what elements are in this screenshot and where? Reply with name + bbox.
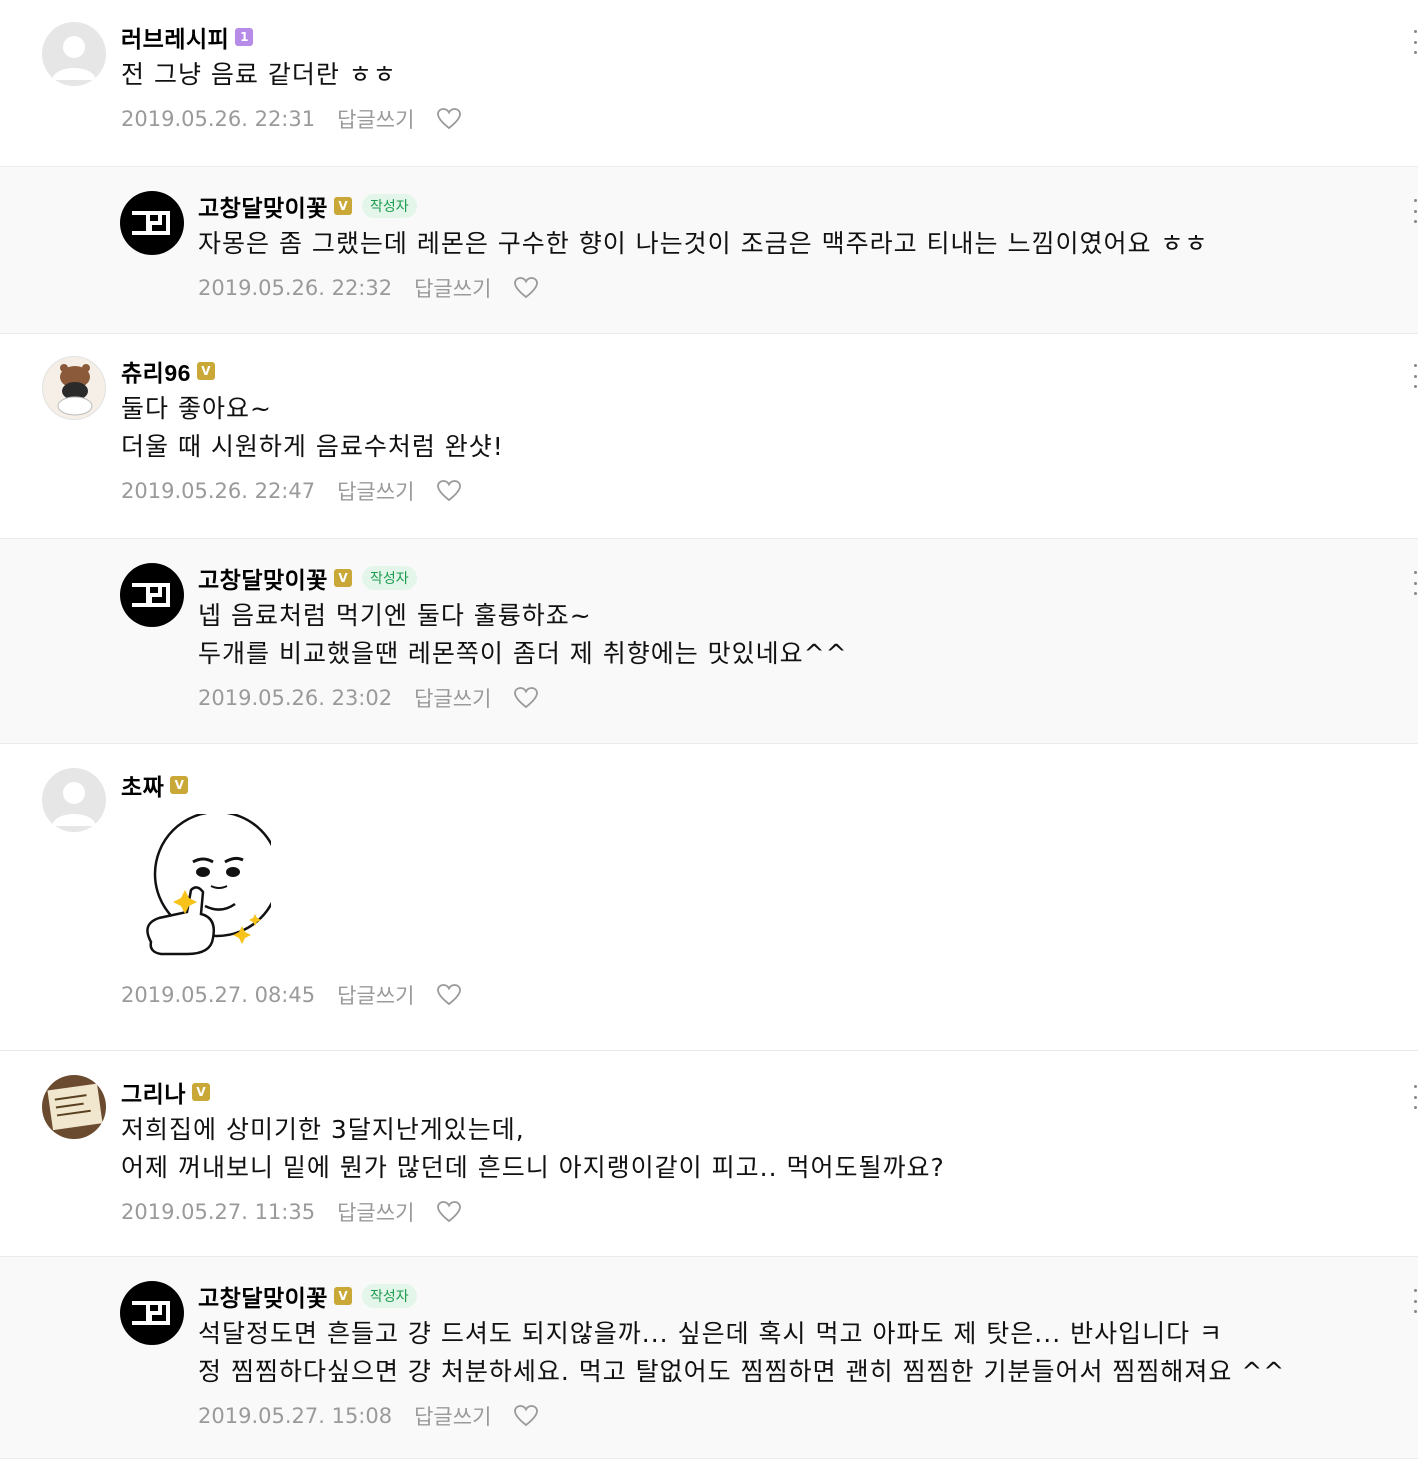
more-vertical-icon[interactable]: [1412, 364, 1418, 388]
author-logo-avatar[interactable]: [120, 191, 184, 255]
verified-badge: V: [333, 569, 352, 587]
author-logo-avatar[interactable]: [120, 1281, 184, 1345]
comment-text-line: 어제 꺼내보니 밑에 뭔가 많던데 흔드니 아지랭이같이 피고.. 먹어도될까요…: [121, 1153, 945, 1182]
reply-button[interactable]: 답글쓰기: [337, 1197, 414, 1227]
comment-date: 2019.05.26. 22:31: [121, 107, 316, 131]
reply-comment-item: 고창달맞이꽃 V 작성자 넵 음료처럼 먹기엔 둘다 훌륭하죠~ 두개를 비교했…: [0, 538, 1418, 744]
brand-logo-icon: [132, 583, 170, 607]
comment-text: 전 그냥 음료 같더란 ㅎㅎ: [121, 60, 397, 89]
nickname[interactable]: 고창달맞이꽃: [198, 561, 328, 595]
heart-outline-icon[interactable]: [513, 1404, 539, 1428]
comment-item: 초짜 V 2019.05.27. 08:45 답글쓰기: [0, 744, 1418, 1050]
handwritten-note-photo-icon: [47, 1083, 103, 1131]
comment-date: 2019.05.27. 08:45: [121, 983, 316, 1007]
comment-date: 2019.05.26. 23:02: [198, 686, 393, 710]
heart-outline-icon[interactable]: [436, 1200, 462, 1224]
bear-character-icon: [57, 364, 93, 416]
profile-placeholder-icon: [52, 36, 96, 80]
comment-item: 그리나 V 저희집에 상미기한 3달지난게있는데, 어제 꺼내보니 밑에 뭔가 …: [0, 1050, 1418, 1256]
heart-outline-icon[interactable]: [436, 107, 462, 131]
heart-outline-icon[interactable]: [436, 983, 462, 1007]
more-vertical-icon[interactable]: [1412, 1085, 1418, 1109]
thumbs-up-face-sticker: [146, 814, 271, 956]
comment-text-line: 저희집에 상미기한 3달지난게있는데,: [121, 1115, 525, 1144]
more-vertical-icon[interactable]: [1412, 30, 1418, 54]
heart-outline-icon[interactable]: [436, 479, 462, 503]
profile-placeholder-icon: [52, 782, 96, 826]
nickname[interactable]: 츄리96: [121, 354, 191, 388]
profile-avatar[interactable]: [42, 356, 106, 420]
heart-outline-icon[interactable]: [513, 276, 539, 300]
comment-date: 2019.05.27. 11:35: [121, 1200, 316, 1224]
comment-item: 러브레시피 1 전 그냥 음료 같더란 ㅎㅎ 2019.05.26. 22:31…: [0, 0, 1418, 166]
default-avatar[interactable]: [42, 768, 106, 832]
reply-button[interactable]: 답글쓰기: [337, 980, 414, 1010]
reply-button[interactable]: 답글쓰기: [414, 683, 491, 713]
reply-comment-item: 고창달맞이꽃 V 작성자 자몽은 좀 그랬는데 레몬은 구수한 향이 나는것이 …: [0, 166, 1418, 334]
comment-text-line: 석달정도면 흔들고 걍 드셔도 되지않을까... 싶은데 혹시 먹고 아파도 제…: [198, 1319, 1224, 1348]
nickname[interactable]: 러브레시피: [121, 20, 229, 54]
author-tag: 작성자: [361, 194, 417, 218]
comment-text: 자몽은 좀 그랬는데 레몬은 구수한 향이 나는것이 조금은 맥주라고 티내는 …: [198, 229, 1209, 258]
nickname[interactable]: 초짜: [121, 768, 164, 802]
comment-date: 2019.05.27. 15:08: [198, 1404, 393, 1428]
comment-date: 2019.05.26. 22:47: [121, 479, 316, 503]
level-badge: 1: [235, 28, 254, 46]
nickname[interactable]: 고창달맞이꽃: [198, 1279, 328, 1313]
reply-button[interactable]: 답글쓰기: [337, 104, 414, 134]
reply-button[interactable]: 답글쓰기: [414, 1401, 491, 1431]
author-tag: 작성자: [361, 1284, 417, 1308]
profile-avatar[interactable]: [42, 1075, 106, 1139]
verified-badge: V: [333, 1287, 352, 1305]
more-vertical-icon[interactable]: [1412, 1289, 1418, 1313]
comment-text-line: 둘다 좋아요~: [121, 394, 272, 423]
comment-text-line: 더울 때 시원하게 음료수처럼 완샷!: [121, 432, 504, 461]
default-avatar[interactable]: [42, 22, 106, 86]
author-tag: 작성자: [361, 566, 417, 590]
reply-comment-item: 고창달맞이꽃 V 작성자 석달정도면 흔들고 걍 드셔도 되지않을까... 싶은…: [0, 1256, 1418, 1459]
more-vertical-icon[interactable]: [1412, 199, 1418, 223]
author-logo-avatar[interactable]: [120, 563, 184, 627]
comment-item: 츄리96 V 둘다 좋아요~ 더울 때 시원하게 음료수처럼 완샷! 2019.…: [0, 334, 1418, 538]
nickname[interactable]: 그리나: [121, 1075, 186, 1109]
more-vertical-icon[interactable]: [1412, 571, 1418, 595]
comment-text-line: 정 찜찜하다싶으면 걍 처분하세요. 먹고 탈없어도 찜찜하면 괜히 찜찜한 기…: [198, 1357, 1286, 1386]
brand-logo-icon: [132, 1301, 170, 1325]
verified-badge: V: [333, 197, 352, 215]
comment-text-line: 두개를 비교했을땐 레몬쪽이 좀더 제 취향에는 맛있네요^^: [198, 639, 848, 668]
verified-badge: V: [170, 776, 189, 794]
comment-date: 2019.05.26. 22:32: [198, 276, 393, 300]
comment-text-line: 넵 음료처럼 먹기엔 둘다 훌륭하죠~: [198, 601, 592, 630]
verified-badge: V: [196, 362, 215, 380]
verified-badge: V: [191, 1083, 210, 1101]
reply-button[interactable]: 답글쓰기: [414, 273, 491, 303]
brand-logo-icon: [132, 211, 170, 235]
nickname[interactable]: 고창달맞이꽃: [198, 189, 328, 223]
heart-outline-icon[interactable]: [513, 686, 539, 710]
reply-button[interactable]: 답글쓰기: [337, 476, 414, 506]
